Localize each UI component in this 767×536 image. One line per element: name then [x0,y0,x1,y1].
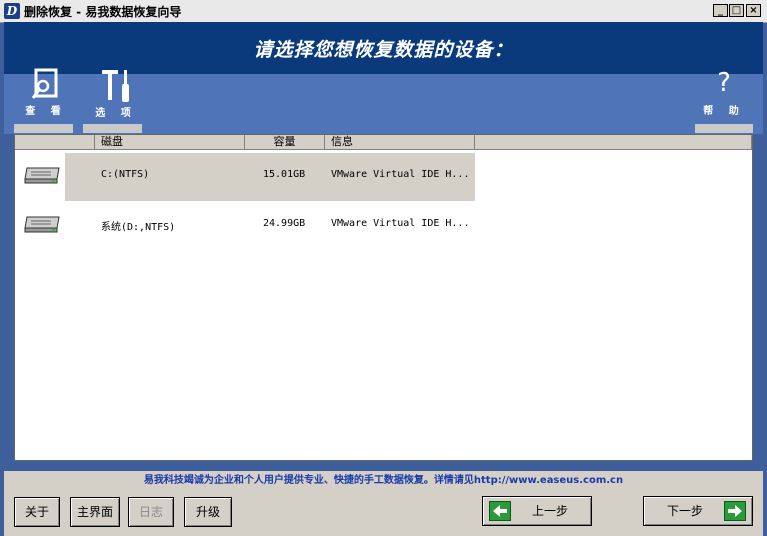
status-message: 易我科技竭诚为企业和个人用户提供专业、快捷的手工数据恢复。详情请见http://… [4,471,763,491]
column-header-disk[interactable]: 磁盘 [95,135,245,150]
close-button[interactable]: × [746,4,761,17]
app-window: D 删除恢复 - 易我数据恢复向导 _ □ × 请选择您想恢复数据的设备： 查 … [0,0,767,536]
window-title: 删除恢复 - 易我数据恢复向导 [24,5,182,19]
disk-capacity: 15.01GB [263,169,306,180]
app-logo-icon: D [4,3,20,19]
about-button[interactable]: 关于 [14,497,60,527]
help-tool[interactable]: ? 帮 助 [694,64,754,117]
disk-name: C:(NTFS) [101,169,150,180]
title-bar: D 删除恢复 - 易我数据恢复向导 _ □ × [0,0,767,23]
page-title: 请选择您想恢复数据的设备： [253,39,514,61]
view-tool-bar [14,124,73,133]
hard-drive-icon [24,167,60,184]
prev-button[interactable]: 上一步 [482,496,592,526]
column-header-capacity[interactable]: 容量 [245,135,325,150]
next-button[interactable]: 下一步 [643,496,753,526]
help-label: 帮 助 [703,106,745,117]
minimize-button[interactable]: _ [713,4,728,17]
view-tool[interactable]: 查 看 [16,68,76,117]
maximize-button[interactable]: □ [729,4,744,17]
column-header-blank [15,135,95,150]
device-row[interactable]: 系统(D:,NTFS) 24.99GB VMware Virtual IDE H… [15,202,752,250]
help-tool-bar [695,124,753,133]
arrow-right-icon [724,501,746,521]
view-icon [31,68,58,99]
home-button[interactable]: 主界面 [70,497,120,527]
options-tool-bar [83,124,142,133]
help-icon: ? [717,68,731,98]
button-bar: 关于 主界面 日志 升级 上一步 下一步 [4,491,763,536]
column-header-filler [475,135,752,150]
header-banner: 请选择您想恢复数据的设备： [4,22,763,74]
device-row[interactable]: C:(NTFS) 15.01GB VMware Virtual IDE H... [15,153,752,201]
tools-icon [102,70,129,102]
hard-drive-icon [24,216,60,233]
disk-name: 系统(D:,NTFS) [101,222,176,233]
disk-info: VMware Virtual IDE H... [331,218,470,229]
arrow-left-icon [489,501,511,521]
log-button[interactable]: 日志 [128,497,174,527]
options-label: 选 项 [95,108,137,119]
column-header-info[interactable]: 信息 [325,135,475,150]
view-label: 查 看 [25,106,67,117]
disk-info: VMware Virtual IDE H... [331,169,470,180]
device-list[interactable]: 磁盘 容量 信息 C:(NTFS) 15.01GB VMware Virtual… [14,134,753,461]
prev-label: 上一步 [531,504,568,518]
upgrade-button[interactable]: 升级 [184,497,232,527]
next-label: 下一步 [666,504,703,518]
options-tool[interactable]: 选 项 [86,68,146,119]
disk-capacity: 24.99GB [263,218,306,229]
